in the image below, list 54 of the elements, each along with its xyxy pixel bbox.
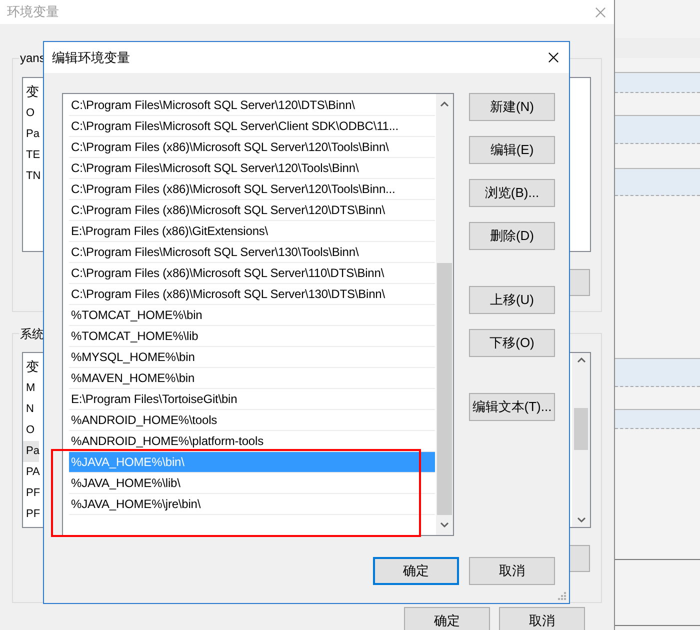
path-item[interactable]: %TOMCAT_HOME%\bin bbox=[69, 305, 435, 326]
path-item[interactable]: C:\Program Files (x86)\Microsoft SQL Server\130\DTS\Binn\ bbox=[69, 284, 435, 305]
path-item[interactable]: C:\Program Files (x86)\Microsoft SQL Server\120\Tools\Binn\ bbox=[69, 137, 435, 158]
path-item[interactable]: %MAVEN_HOME%\bin bbox=[69, 368, 435, 389]
cancel-button[interactable]: 取消 bbox=[469, 557, 555, 585]
column-header: 变 bbox=[25, 83, 39, 101]
path-item[interactable]: C:\Program Files (x86)\Microsoft SQL Server\120\DTS\Binn\ bbox=[69, 200, 435, 221]
list-item[interactable]: PA bbox=[23, 462, 40, 483]
window-title: 环境变量 bbox=[7, 3, 59, 21]
close-icon[interactable] bbox=[548, 52, 559, 63]
action-button[interactable]: 浏览(B)... bbox=[469, 179, 555, 207]
path-item[interactable]: C:\Program Files (x86)\Microsoft SQL Server\110\DTS\Binn\ bbox=[69, 263, 435, 284]
scroll-thumb[interactable] bbox=[574, 408, 588, 450]
scroll-up-icon[interactable] bbox=[576, 357, 586, 363]
resize-grip-icon[interactable] bbox=[558, 592, 566, 600]
scroll-thumb[interactable] bbox=[437, 263, 452, 515]
scrollbar[interactable] bbox=[572, 353, 590, 527]
path-item[interactable]: C:\Program Files (x86)\Microsoft SQL Server\120\Tools\Binn... bbox=[69, 179, 435, 200]
path-item[interactable]: %JAVA_HOME%\jre\bin\ bbox=[69, 494, 435, 515]
path-item[interactable]: %JAVA_HOME%\lib\ bbox=[69, 473, 435, 494]
list-item[interactable]: Pa bbox=[23, 124, 40, 145]
scrollbar[interactable] bbox=[436, 94, 453, 535]
path-item[interactable]: %TOMCAT_HOME%\lib bbox=[69, 326, 435, 347]
list-item[interactable]: Pa bbox=[23, 441, 40, 462]
path-item[interactable]: C:\Program Files\Microsoft SQL Server\120\DTS\Binn\ bbox=[69, 95, 435, 116]
action-button[interactable]: 编辑文本(T)... bbox=[469, 393, 555, 421]
path-item[interactable]: C:\Program Files\Microsoft SQL Server\130\Tools\Binn\ bbox=[69, 242, 435, 263]
path-item[interactable]: E:\Program Files\TortoiseGit\bin bbox=[69, 389, 435, 410]
list-item[interactable]: TN bbox=[23, 166, 41, 187]
list-item[interactable]: PF bbox=[23, 504, 40, 525]
action-button[interactable]: 上移(U) bbox=[469, 286, 555, 314]
action-button[interactable]: 新建(N) bbox=[469, 93, 555, 121]
dialog-button[interactable]: 确定 bbox=[404, 607, 490, 630]
list-item[interactable]: M bbox=[23, 378, 36, 399]
path-item[interactable]: C:\Program Files\Microsoft SQL Server\120\Tools\Binn\ bbox=[69, 158, 435, 179]
action-button[interactable]: 删除(D) bbox=[469, 222, 555, 250]
scroll-down-icon[interactable] bbox=[440, 522, 449, 528]
action-button[interactable]: 下移(O) bbox=[469, 329, 555, 357]
action-button[interactable]: 编辑(E) bbox=[469, 136, 555, 164]
path-item[interactable]: C:\Program Files\Microsoft SQL Server\Client SDK\ODBC\11... bbox=[69, 116, 435, 137]
list-item[interactable]: N bbox=[23, 399, 34, 420]
list-item[interactable]: PF bbox=[23, 483, 40, 504]
ok-button[interactable]: 确定 bbox=[373, 557, 459, 585]
dialog-button[interactable]: 取消 bbox=[499, 607, 585, 630]
column-header: 变 bbox=[25, 358, 39, 376]
list-item[interactable]: TE bbox=[23, 145, 40, 166]
scroll-up-icon[interactable] bbox=[440, 101, 449, 107]
list-item[interactable]: O bbox=[23, 103, 35, 124]
scroll-down-icon[interactable] bbox=[576, 517, 586, 523]
path-item[interactable]: %MYSQL_HOME%\bin bbox=[69, 347, 435, 368]
path-item[interactable]: E:\Program Files (x86)\GitExtensions\ bbox=[69, 221, 435, 242]
path-item[interactable]: %ANDROID_HOME%\tools bbox=[69, 410, 435, 431]
list-item[interactable]: O bbox=[23, 420, 35, 441]
dialog-title: 编辑环境变量 bbox=[52, 48, 130, 66]
